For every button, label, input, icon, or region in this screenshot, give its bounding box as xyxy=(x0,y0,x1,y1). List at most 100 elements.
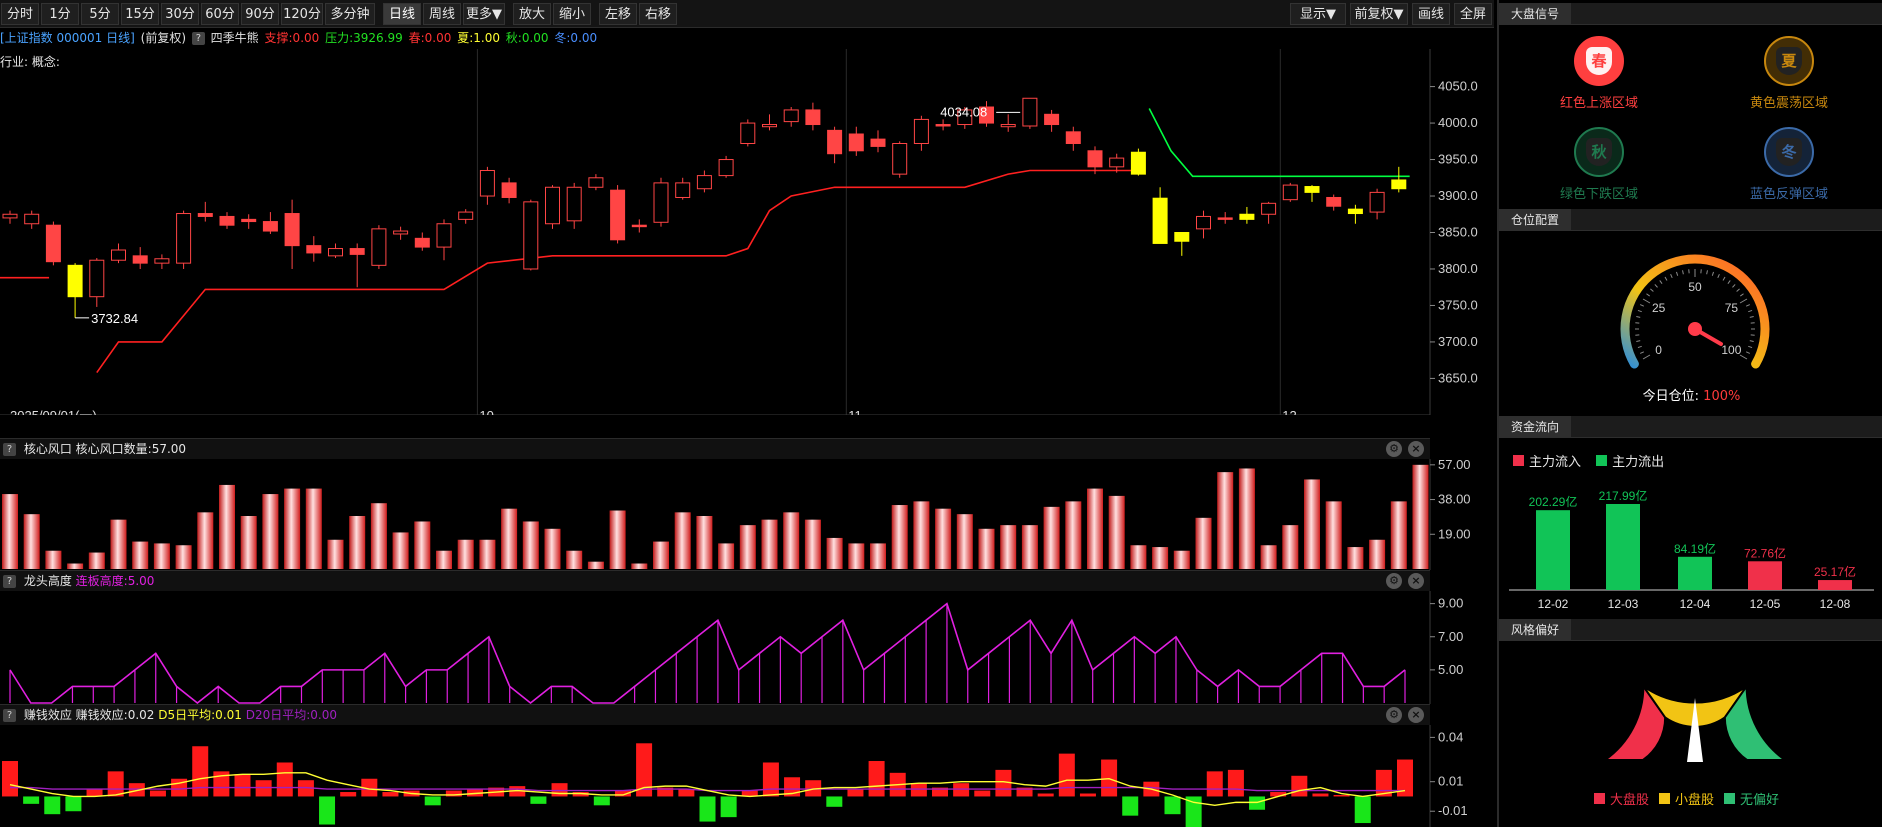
toolbar-button[interactable]: 周线 xyxy=(423,3,461,25)
gear-icon[interactable]: ⚙ xyxy=(1386,573,1402,589)
profit-bar xyxy=(1291,775,1308,797)
gear-icon[interactable]: ⚙ xyxy=(1386,707,1402,723)
toolbar-button[interactable]: 右移 xyxy=(639,3,677,25)
candle xyxy=(523,199,539,271)
gauge-tick xyxy=(1711,271,1715,276)
candle-body xyxy=(1065,131,1081,144)
help-icon[interactable]: ? xyxy=(191,32,205,45)
candle xyxy=(1196,210,1211,239)
profit-bar xyxy=(868,761,885,797)
core-theme-bar xyxy=(349,516,366,569)
close-icon[interactable]: × xyxy=(1408,441,1424,457)
toolbar-button[interactable]: 120分 xyxy=(281,3,323,25)
candle-body xyxy=(154,258,170,264)
gauge-tick xyxy=(1642,298,1651,304)
y-tick-label: 5.00 xyxy=(1438,662,1463,677)
candle-body xyxy=(371,228,387,266)
help-icon[interactable]: ? xyxy=(3,709,16,722)
toolbar-button[interactable]: 前复权▼ xyxy=(1350,3,1408,25)
flow-bar-label: 202.29亿 xyxy=(1529,494,1578,509)
tab-position[interactable]: 仓位配置 xyxy=(1499,209,1572,231)
flow-legend: 主力流入 主力流出 xyxy=(1513,451,1674,470)
toolbar-button[interactable]: 30分 xyxy=(161,3,199,25)
gear-icon[interactable]: ⚙ xyxy=(1386,441,1402,457)
core-theme-bar xyxy=(587,561,604,569)
y-tick-label: 57.00 xyxy=(1438,459,1471,472)
toolbar-button[interactable]: 缩小 xyxy=(553,3,591,25)
toolbar-button[interactable]: 画线 xyxy=(1412,3,1450,25)
core-theme-bar xyxy=(653,541,669,569)
candle-body xyxy=(132,255,148,264)
candle-body xyxy=(306,245,322,254)
candle-body xyxy=(111,249,126,261)
candle-body xyxy=(1022,97,1038,127)
candle-body xyxy=(241,218,257,223)
tab-fund-flow[interactable]: 资金流向 xyxy=(1499,416,1572,438)
candle xyxy=(1217,212,1233,224)
profit-bar xyxy=(382,792,399,797)
winter-value: 冬:0.00 xyxy=(554,31,598,45)
candle-body xyxy=(67,264,83,298)
tab-market-signal[interactable]: 大盘信号 xyxy=(1499,3,1572,25)
toolbar-button[interactable]: 5分 xyxy=(81,3,119,25)
toolbar-button[interactable]: 60分 xyxy=(201,3,239,25)
close-icon[interactable]: × xyxy=(1408,707,1424,723)
core-theme-bar xyxy=(913,501,930,569)
toolbar-button[interactable]: 左移 xyxy=(599,3,637,25)
core-theme-bar xyxy=(783,512,800,569)
candle-body xyxy=(1304,186,1320,193)
candle-body xyxy=(89,259,105,298)
position-header: 仓位配置 xyxy=(1499,209,1882,231)
candlestick-chart[interactable]: 4050.0 4000.0 3950.0 3900.0 3850.0 3800.0 3750… xyxy=(0,49,1494,415)
tab-style[interactable]: 风格偏好 xyxy=(1499,619,1572,641)
candle-body xyxy=(1044,113,1060,126)
candle xyxy=(176,210,192,269)
gauge-tick xyxy=(1650,288,1654,292)
style-legend-item: 大盘股 xyxy=(1593,789,1649,808)
season-glyph: 夏 xyxy=(1776,47,1802,75)
candle-body xyxy=(1174,232,1190,242)
autumn-value: 秋:0.00 xyxy=(505,31,549,45)
chart-toolbar: 分时 1分 5分 15分 30分 60分 90分 120分 多分钟 日线 周线 更多▼ 放大 缩小 左移 右移… xyxy=(0,0,1494,28)
legend-outflow-label: 主力流出 xyxy=(1612,455,1665,470)
toolbar-button[interactable]: 分时 xyxy=(1,3,39,25)
candle xyxy=(696,170,712,193)
toolbar-button[interactable]: 90分 xyxy=(241,3,279,25)
toolbar-button[interactable]: 日线 xyxy=(383,3,421,25)
profit-bar xyxy=(1206,771,1223,797)
candle xyxy=(1000,114,1016,132)
season-label: 绿色下跌区域 xyxy=(1559,187,1638,202)
candle xyxy=(132,247,148,269)
toolbar-button[interactable]: 1分 xyxy=(41,3,79,25)
profit-bar xyxy=(530,796,547,804)
y-tick-label: 3950.0 xyxy=(1438,152,1478,167)
profit-bar xyxy=(44,796,61,815)
toolbar-button[interactable]: 更多▼ xyxy=(463,3,505,25)
toolbar-button[interactable]: 放大 xyxy=(513,3,551,25)
candle xyxy=(241,214,257,229)
help-icon[interactable]: ? xyxy=(3,443,16,456)
candle-body xyxy=(588,177,604,188)
panel-head-leader-height: ? 龙头高度 连板高度:5.00 ⚙ × xyxy=(0,570,1430,591)
candle-body xyxy=(696,175,712,190)
candle-body xyxy=(501,182,517,198)
gauge-tick-label: 0 xyxy=(1655,343,1662,357)
core-theme-bar xyxy=(1217,472,1234,569)
style-legend-label: 无偏好 xyxy=(1740,793,1780,808)
style-gauge xyxy=(1601,683,1789,762)
profit-bar xyxy=(1164,796,1181,815)
y-tick-label: 9.00 xyxy=(1438,596,1463,611)
flow-bar-label: 217.99亿 xyxy=(1599,488,1648,503)
toolbar-button[interactable]: 显示▼ xyxy=(1290,3,1346,25)
help-icon[interactable]: ? xyxy=(3,575,16,588)
candle-body xyxy=(284,213,300,247)
candle-body xyxy=(935,124,951,127)
core-theme-bar xyxy=(1347,547,1364,569)
toolbar-button[interactable]: 15分 xyxy=(121,3,159,25)
toolbar-button[interactable]: 多分钟 xyxy=(325,3,375,25)
candle xyxy=(545,185,560,229)
gauge-tick xyxy=(1682,270,1684,275)
profit-bar xyxy=(1227,769,1244,797)
toolbar-button[interactable]: 全屏 xyxy=(1454,3,1492,25)
close-icon[interactable]: × xyxy=(1408,573,1424,589)
